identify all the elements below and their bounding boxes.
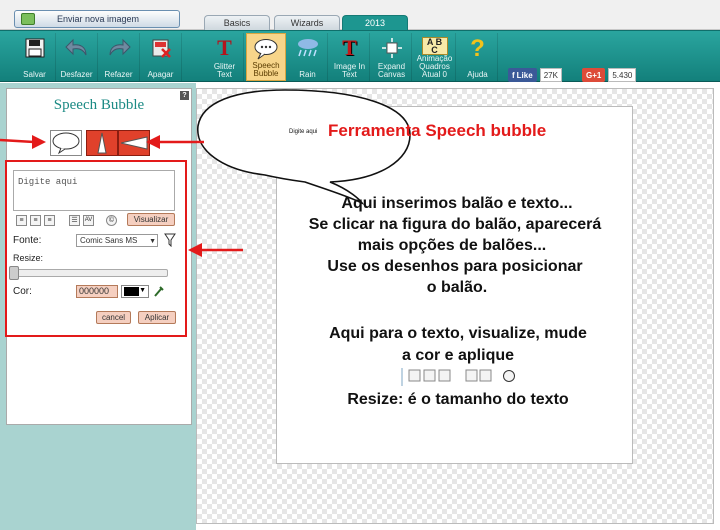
redo-arrow-icon [109,38,131,56]
tool-animation[interactable]: A B C Animação Quadros Atual 0 [414,33,456,81]
bubble-shape-oval[interactable] [50,130,82,156]
facebook-like-widget[interactable]: f Like 27K [508,68,562,82]
tool-help[interactable]: ? Ajuda [458,33,498,81]
undo-arrow-icon [64,38,86,56]
google-plus-button[interactable]: G+1 [582,68,606,82]
bubble-shape-triangle-up[interactable] [86,130,118,156]
speech-bubble-icon [254,39,278,60]
triangle-pointer-left-icon [120,136,148,150]
bubble-text-input[interactable]: Digite aqui [13,170,175,211]
resize-slider-track[interactable] [10,269,168,277]
letter-spacing-button[interactable]: AV [83,215,94,226]
google-plus-widget[interactable]: G+1 5.430 [582,68,637,82]
tab-wizards[interactable]: Wizards [274,15,340,30]
resize-slider-thumb[interactable] [9,266,19,280]
facebook-like-button[interactable]: f Like [508,68,537,82]
tool-image-in-text[interactable]: T Image In Text [330,33,370,81]
apply-button[interactable]: Aplicar [138,311,176,324]
copyright-button[interactable]: © [106,215,117,226]
align-center-icon: ≡ [33,217,38,224]
facebook-icon: f [512,70,515,80]
tab-2013[interactable]: 2013 [342,15,408,30]
delete-icon [152,39,171,58]
bubble-shape-triangle-left[interactable] [118,130,150,156]
text-list-icon: ☰ [71,217,78,224]
help-question-icon: ? [470,35,485,62]
glitter-text-icon: T [217,35,232,60]
preview-button[interactable]: Visualizar [127,213,175,226]
save-button[interactable]: Salvar [14,33,56,81]
animation-abc-icon: A B C [421,37,448,55]
tool-glitter-text[interactable]: T Glitter Text [206,33,244,81]
upload-image-icon [21,13,35,25]
align-left-button[interactable]: ≡ [16,215,27,226]
undo-button[interactable]: Desfazer [56,33,98,81]
eyedropper-icon[interactable] [153,284,165,303]
tool-rain[interactable]: Rain [288,33,328,81]
top-bar: Enviar nova imagem Basics Wizards 2013 [0,0,720,30]
tab-basics[interactable]: Basics [204,15,270,30]
color-label: Cor: [13,286,32,297]
floppy-disk-icon [25,38,44,58]
align-left-icon: ≡ [19,217,24,224]
image-in-text-icon: T [342,35,357,60]
chevron-down-icon: ▼ [149,238,156,245]
triangle-pointer-up-icon [97,132,107,154]
font-select-value: Comic Sans MS [80,236,138,245]
color-swatch-picker[interactable]: ▼ [121,285,149,298]
panel-title: Speech Bubble [53,97,145,113]
resize-label: Resize: [13,253,44,263]
upload-image-label: Enviar nova imagem [57,14,140,24]
redo-button[interactable]: Refazer [98,33,140,81]
copyright-icon: © [108,217,115,224]
align-center-button[interactable]: ≡ [30,215,41,226]
font-label: Fonte: [13,235,42,246]
color-swatch [124,287,139,296]
letter-spacing-icon: AV [84,217,93,223]
cancel-button[interactable]: cancel [96,311,131,324]
chevron-down-icon: ▼ [139,287,146,294]
delete-button[interactable]: Apagar [140,33,182,81]
filter-icon[interactable] [164,233,176,252]
help-icon[interactable]: ? [180,91,189,100]
text-list-button[interactable]: ☰ [69,215,80,226]
align-right-button[interactable]: ≡ [44,215,55,226]
color-hex-input[interactable]: 000000 [76,285,118,298]
align-right-icon: ≡ [47,217,52,224]
upload-image-button[interactable]: Enviar nova imagem [14,10,180,28]
tool-speech-bubble[interactable]: Speech Bubble [246,33,286,81]
expand-canvas-icon [381,38,402,58]
google-plus-count: 5.430 [608,68,637,82]
tool-expand-canvas[interactable]: Expand Canvas [372,33,412,81]
rain-cloud-icon [297,39,318,57]
toolbar: Salvar Desfazer Refazer Apagar T Glitter… [0,30,720,82]
font-select[interactable]: Comic Sans MS ▼ [76,234,158,247]
facebook-count: 27K [539,68,562,82]
oval-bubble-icon [52,132,80,155]
